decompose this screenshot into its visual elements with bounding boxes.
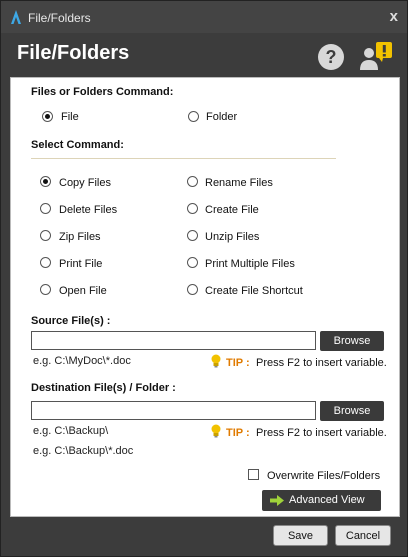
section-divider bbox=[31, 158, 336, 159]
radio-copy-files-label: Copy Files bbox=[59, 177, 111, 189]
title-bar: File/Folders x bbox=[1, 1, 407, 33]
advanced-view-label: Advanced View bbox=[289, 494, 365, 506]
radio-copy-files[interactable] bbox=[40, 176, 51, 187]
lightbulb-icon bbox=[211, 424, 221, 438]
destination-example-hint-1: e.g. C:\Backup\ bbox=[33, 425, 109, 437]
source-files-label: Source File(s) : bbox=[31, 315, 111, 327]
source-example-hint: e.g. C:\MyDoc\*.doc bbox=[33, 355, 131, 367]
overwrite-checkbox[interactable] bbox=[248, 469, 259, 480]
radio-open-file[interactable] bbox=[40, 284, 51, 295]
content-panel: Files or Folders Command: File Folder Se… bbox=[10, 77, 400, 517]
destination-browse-button[interactable]: Browse bbox=[320, 401, 384, 421]
destination-tip-label: TIP : bbox=[226, 427, 250, 439]
radio-print-multiple-files-label: Print Multiple Files bbox=[205, 258, 295, 270]
radio-rename-files-label: Rename Files bbox=[205, 177, 273, 189]
dialog-header: File/Folders ? bbox=[1, 34, 407, 76]
destination-tip-text: Press F2 to insert variable. bbox=[256, 427, 387, 439]
radio-print-multiple-files[interactable] bbox=[187, 257, 198, 268]
page-title: File/Folders bbox=[17, 42, 130, 64]
radio-delete-files-label: Delete Files bbox=[59, 204, 118, 216]
radio-print-file-label: Print File bbox=[59, 258, 103, 270]
save-button[interactable]: Save bbox=[273, 525, 328, 546]
radio-create-file[interactable] bbox=[187, 203, 198, 214]
arrow-right-icon bbox=[270, 495, 284, 506]
cancel-button[interactable]: Cancel bbox=[335, 525, 391, 546]
radio-file[interactable] bbox=[42, 111, 53, 122]
radio-open-file-label: Open File bbox=[59, 285, 107, 297]
lightbulb-icon bbox=[211, 354, 221, 368]
advanced-view-button[interactable]: Advanced View bbox=[262, 490, 381, 511]
radio-create-file-label: Create File bbox=[205, 204, 259, 216]
window-title: File/Folders bbox=[28, 11, 91, 25]
radio-folder[interactable] bbox=[188, 111, 199, 122]
files-or-folders-label: Files or Folders Command: bbox=[31, 86, 174, 98]
destination-example-hint-2: e.g. C:\Backup\*.doc bbox=[33, 445, 134, 457]
radio-zip-files-label: Zip Files bbox=[59, 231, 101, 243]
destination-label: Destination File(s) / Folder : bbox=[31, 382, 176, 394]
source-browse-button[interactable]: Browse bbox=[320, 331, 384, 351]
select-command-label: Select Command: bbox=[31, 139, 124, 151]
app-logo-icon bbox=[11, 10, 21, 24]
source-tip-label: TIP : bbox=[226, 357, 250, 369]
overwrite-label: Overwrite Files/Folders bbox=[267, 470, 381, 482]
radio-unzip-files-label: Unzip Files bbox=[205, 231, 260, 243]
radio-file-label: File bbox=[61, 111, 79, 123]
radio-rename-files[interactable] bbox=[187, 176, 198, 187]
source-files-input[interactable] bbox=[31, 331, 316, 350]
close-icon[interactable]: x bbox=[390, 8, 398, 25]
radio-create-file-shortcut-label: Create File Shortcut bbox=[205, 285, 303, 297]
destination-input[interactable] bbox=[31, 401, 316, 420]
radio-folder-label: Folder bbox=[206, 111, 238, 123]
file-folders-dialog: File/Folders x File/Folders ? Files or F… bbox=[0, 0, 408, 557]
radio-create-file-shortcut[interactable] bbox=[187, 284, 198, 295]
radio-delete-files[interactable] bbox=[40, 203, 51, 214]
user-alert-icon[interactable] bbox=[358, 40, 394, 72]
source-tip-text: Press F2 to insert variable. bbox=[256, 357, 387, 369]
help-icon[interactable]: ? bbox=[318, 44, 344, 70]
radio-print-file[interactable] bbox=[40, 257, 51, 268]
radio-zip-files[interactable] bbox=[40, 230, 51, 241]
radio-unzip-files[interactable] bbox=[187, 230, 198, 241]
